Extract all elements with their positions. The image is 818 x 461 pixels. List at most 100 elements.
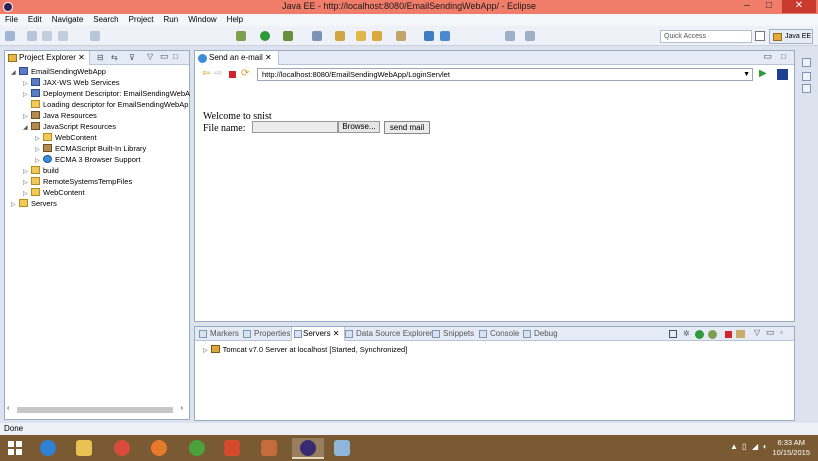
horizontal-scrollbar[interactable]: ‹ ›	[7, 405, 183, 415]
filter-icon[interactable]: ⊽	[129, 53, 135, 62]
profile-server-icon[interactable]	[708, 330, 717, 339]
twisty-icon[interactable]: ▷	[203, 348, 208, 354]
pen-icon[interactable]	[396, 31, 406, 41]
close-tab-icon[interactable]: ✕	[265, 53, 272, 62]
tab-console[interactable]: Console	[479, 327, 519, 341]
debug-server-icon[interactable]: ✲	[683, 329, 690, 338]
tab-servers[interactable]: Servers ✕	[291, 327, 345, 341]
debug-icon[interactable]	[236, 31, 246, 41]
start-server-icon[interactable]	[695, 330, 704, 339]
tab-data-source-explorer[interactable]: Data Source Explorer	[345, 327, 432, 341]
minimize-editor-icon[interactable]: ▭	[763, 51, 772, 62]
menu-project[interactable]: Project	[124, 14, 159, 26]
minimize-view-icon[interactable]: ▭	[160, 51, 169, 62]
close-tab-icon[interactable]: ✕	[331, 329, 340, 338]
collapse-all-icon[interactable]: ⊟	[97, 53, 104, 62]
tree-item[interactable]: ▷ ECMA 3 Browser Support	[35, 154, 140, 165]
minimize-button[interactable]: –	[736, 0, 758, 13]
file-name-field[interactable]	[252, 121, 338, 133]
taskbar-clock[interactable]: 6:33 AM 10/15/2015	[772, 438, 810, 458]
tab-markers[interactable]: Markers	[199, 327, 239, 341]
folder-icon[interactable]	[356, 31, 366, 41]
scroll-thumb[interactable]	[17, 407, 173, 413]
tree-item[interactable]: ▷ WebContent	[35, 132, 97, 143]
send-mail-button[interactable]: send mail	[384, 121, 430, 134]
twisty-icon[interactable]: ◢	[23, 123, 31, 134]
network-icon[interactable]: ◢	[752, 442, 758, 451]
chevron-down-icon[interactable]: ▼	[743, 69, 750, 80]
menu-window[interactable]: Window	[183, 14, 221, 26]
quick-access-input[interactable]: Quick Access	[660, 30, 752, 43]
tree-item[interactable]: ▷ Deployment Descriptor: EmailSendingWebA	[23, 88, 190, 99]
tree-item[interactable]: ▷ RemoteSystemsTempFiles	[23, 176, 132, 187]
save-all-icon[interactable]	[42, 31, 52, 41]
stop-server-icon[interactable]	[725, 331, 732, 338]
go-icon[interactable]: ▶	[759, 68, 767, 79]
twisty-icon[interactable]: ◢	[11, 68, 19, 79]
utorrent-icon[interactable]	[181, 438, 213, 459]
maximize-view-icon[interactable]: □	[173, 52, 178, 61]
close-tab-icon[interactable]: ✕	[78, 53, 85, 62]
menu-navigate[interactable]: Navigate	[47, 14, 89, 26]
package-icon[interactable]	[372, 31, 382, 41]
menu-search[interactable]: Search	[88, 14, 123, 26]
tab-debug[interactable]: Debug	[523, 327, 558, 341]
view-menu-icon[interactable]: ▽	[147, 52, 153, 61]
internet-explorer-icon[interactable]	[32, 438, 64, 459]
windows-start-icon[interactable]	[8, 441, 22, 455]
file-explorer-icon[interactable]	[68, 438, 100, 459]
back-icon[interactable]	[505, 31, 515, 41]
external-tools-icon[interactable]	[283, 31, 293, 41]
maximize-button[interactable]: □	[758, 0, 780, 13]
chevron-up-icon[interactable]: ▲	[730, 442, 738, 451]
search-icon[interactable]	[424, 31, 434, 41]
eclipse-taskbar-icon[interactable]	[292, 438, 324, 459]
tree-item[interactable]: ▷ Servers	[11, 198, 57, 209]
perspective-java-ee[interactable]: Java EE	[769, 29, 813, 44]
server-icon[interactable]	[312, 31, 322, 41]
maximize-editor-icon[interactable]: □	[781, 52, 786, 61]
stop-icon[interactable]	[229, 71, 236, 78]
tab-project-explorer[interactable]: Project Explorer ✕	[5, 51, 90, 65]
tree-item[interactable]: ◢ JavaScript Resources	[23, 121, 116, 132]
powerpoint-icon[interactable]	[216, 438, 248, 459]
firefox-icon[interactable]	[143, 438, 175, 459]
tab-snippets[interactable]: Snippets	[432, 327, 474, 341]
task-list-icon[interactable]	[802, 72, 811, 81]
tree-item[interactable]: Loading descriptor for EmailSendingWebAp	[23, 99, 188, 110]
forward-icon[interactable]	[525, 31, 535, 41]
server-list-item[interactable]: ▷ Tomcat v7.0 Server at localhost [Starte…	[203, 345, 407, 354]
globe-icon[interactable]	[440, 31, 450, 41]
publish-icon[interactable]	[736, 330, 745, 338]
tree-item[interactable]: ▷ WebContent	[23, 187, 85, 198]
twisty-icon[interactable]: ▷	[11, 200, 19, 211]
tab-properties[interactable]: Properties	[243, 327, 290, 341]
battery-icon[interactable]: ▯	[742, 442, 746, 451]
tab-send-email[interactable]: Send an e-mail ✕	[195, 51, 279, 65]
print-icon[interactable]	[58, 31, 68, 41]
open-perspective-icon[interactable]	[755, 31, 765, 41]
menu-help[interactable]: Help	[222, 14, 248, 26]
refresh-icon[interactable]: ⟳	[241, 68, 249, 79]
tree-item[interactable]: ▷ JAX-WS Web Services	[23, 77, 120, 88]
tree-item[interactable]: ▷ build	[23, 165, 59, 176]
tree-item[interactable]: ◢ EmailSendingWebApp	[11, 66, 106, 77]
menu-run[interactable]: Run	[159, 14, 184, 26]
url-field[interactable]: http://localhost:8080/EmailSendingWebApp…	[257, 68, 753, 81]
collapse-icon[interactable]	[669, 330, 677, 338]
paint-brush-icon[interactable]	[326, 438, 358, 459]
menu-edit[interactable]: Edit	[23, 14, 47, 26]
scroll-left-icon[interactable]: ‹	[7, 405, 9, 412]
console-icon[interactable]	[90, 31, 100, 41]
back-icon[interactable]: ⇦	[202, 68, 210, 79]
run-icon[interactable]	[260, 31, 270, 41]
maximize-view-icon[interactable]: ▫	[780, 328, 783, 337]
tree-item[interactable]: ▷ Java Resources	[23, 110, 97, 121]
tree-item[interactable]: ▷ ECMAScript Built-In Library	[35, 143, 146, 154]
browse-button[interactable]: Browse...	[338, 121, 380, 133]
outline-icon[interactable]	[802, 58, 811, 67]
link-editor-icon[interactable]: ⇆	[111, 53, 118, 62]
browser-settings-icon[interactable]	[777, 69, 788, 80]
scroll-right-icon[interactable]: ›	[181, 405, 183, 412]
paint-icon[interactable]	[253, 438, 285, 459]
